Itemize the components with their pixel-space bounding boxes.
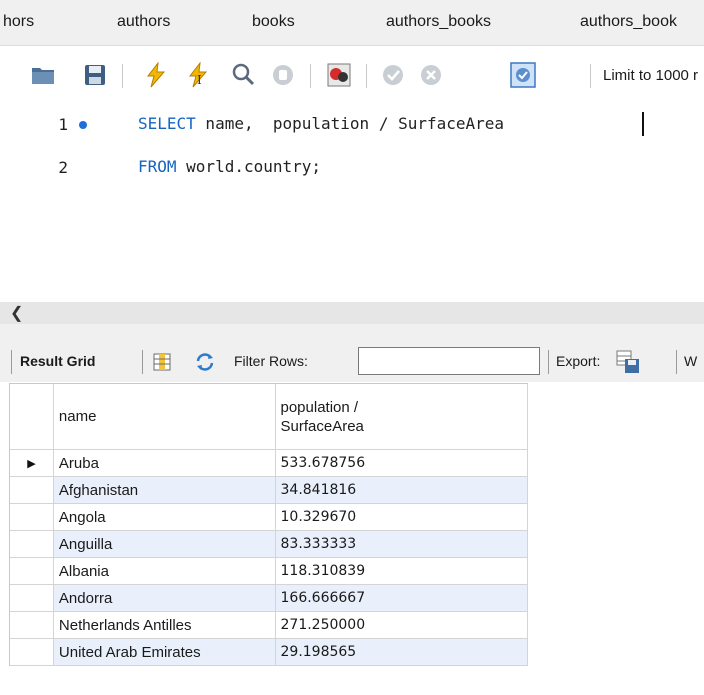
commit-icon[interactable] (380, 62, 406, 88)
sql-keyword: FROM (138, 157, 177, 176)
filter-rows-label: Filter Rows: (234, 353, 308, 369)
row-selector[interactable]: ▶ (10, 450, 54, 477)
toolbar-separator (310, 64, 311, 88)
sql-keyword: SELECT (138, 114, 196, 133)
table-row[interactable]: Angola 10.329670 (10, 504, 529, 531)
row-selector[interactable] (10, 585, 54, 612)
code-line-1: SELECT name, population / SurfaceArea (138, 114, 504, 133)
toolbar-separator (590, 64, 591, 88)
limit-rows-select[interactable]: Limit to 1000 r (603, 67, 698, 84)
tab-hors[interactable]: hors (3, 13, 34, 31)
folder-icon[interactable] (30, 62, 56, 88)
row-selector[interactable] (10, 531, 54, 558)
toolbar-separator (548, 350, 549, 374)
refresh-icon[interactable] (194, 352, 216, 372)
table-row[interactable]: United Arab Emirates 29.198565 (10, 639, 529, 666)
panel-divider (0, 324, 704, 342)
cell-name[interactable]: Albania (53, 558, 276, 585)
cell-name[interactable]: Aruba (53, 450, 276, 477)
toggle-error-icon[interactable] (326, 62, 352, 88)
cell-value[interactable]: 533.678756 (275, 450, 529, 477)
column-header-label: population / SurfaceArea (280, 398, 364, 435)
row-selector[interactable] (10, 558, 54, 585)
cell-name[interactable]: Andorra (53, 585, 276, 612)
row-selector[interactable] (10, 639, 54, 666)
row-header-corner (10, 384, 54, 450)
sql-editor[interactable]: 1 SELECT name, population / SurfaceArea … (0, 100, 704, 300)
cell-name[interactable]: Afghanistan (53, 477, 276, 504)
sql-text: name, population / SurfaceArea (195, 114, 505, 133)
execute-icon[interactable] (143, 62, 169, 88)
result-grid-tab[interactable]: Result Grid (20, 353, 95, 369)
code-line-2: FROM world.country; (138, 157, 321, 176)
tab-authors-books[interactable]: authors_books (386, 13, 491, 31)
svg-text:I: I (197, 73, 202, 87)
current-row-pointer-icon: ▶ (27, 457, 36, 470)
result-toolbar: Result Grid Filter Rows: Export: W (0, 342, 704, 382)
cell-value[interactable]: 10.329670 (275, 504, 529, 531)
line-number: 1 (58, 115, 68, 134)
column-header-population-surfacearea[interactable]: population / SurfaceArea (275, 384, 529, 450)
result-grid: name population / SurfaceArea ▶ Aruba 53… (9, 383, 529, 666)
save-icon[interactable] (82, 62, 108, 88)
toolbar-separator (142, 350, 143, 374)
cell-value[interactable]: 29.198565 (275, 639, 529, 666)
table-row[interactable]: Afghanistan 34.841816 (10, 477, 529, 504)
cell-value[interactable]: 83.333333 (275, 531, 529, 558)
table-row[interactable]: Anguilla 83.333333 (10, 531, 529, 558)
filter-rows-input[interactable] (358, 347, 540, 375)
breakpoint-dot (79, 121, 87, 129)
wrap-label: W (684, 353, 698, 369)
column-header-name[interactable]: name (53, 384, 276, 450)
export-label: Export: (556, 353, 601, 369)
sql-text: world.country; (176, 157, 322, 176)
toolbar-separator (676, 350, 677, 374)
table-row[interactable]: Albania 118.310839 (10, 558, 529, 585)
grid-layout-icon[interactable] (152, 352, 172, 372)
toolbar-separator (122, 64, 123, 88)
chevron-left-icon[interactable]: ❮ (10, 303, 23, 323)
toolbar-separator (11, 350, 12, 374)
cell-value[interactable]: 271.250000 (275, 612, 529, 639)
editor-horizontal-scrollbar[interactable]: ❮ (0, 302, 704, 324)
cell-name[interactable]: Anguilla (53, 531, 276, 558)
execute-current-icon[interactable]: I (185, 62, 211, 88)
table-row[interactable]: ▶ Aruba 533.678756 (10, 450, 529, 477)
tab-books[interactable]: books (252, 13, 295, 31)
toolbar-separator (366, 64, 367, 88)
tab-authors-book[interactable]: authors_book (580, 13, 677, 31)
table-row[interactable]: Andorra 166.666667 (10, 585, 529, 612)
cell-name[interactable]: Angola (53, 504, 276, 531)
table-row[interactable]: Netherlands Antilles 271.250000 (10, 612, 529, 639)
cell-value[interactable]: 166.666667 (275, 585, 529, 612)
grid-header-row: name population / SurfaceArea (10, 384, 529, 450)
explain-icon[interactable] (230, 62, 256, 88)
row-selector[interactable] (10, 504, 54, 531)
cell-name[interactable]: United Arab Emirates (53, 639, 276, 666)
autocommit-icon[interactable] (510, 62, 536, 88)
cell-value[interactable]: 34.841816 (275, 477, 529, 504)
rollback-icon[interactable] (418, 62, 444, 88)
row-selector[interactable] (10, 477, 54, 504)
export-icon[interactable] (616, 350, 640, 374)
query-tab-strip: hors authors books authors_books authors… (0, 0, 704, 46)
row-selector[interactable] (10, 612, 54, 639)
line-number: 2 (58, 158, 68, 177)
stop-icon[interactable] (270, 62, 296, 88)
text-caret (642, 112, 644, 136)
cell-name[interactable]: Netherlands Antilles (53, 612, 276, 639)
cell-value[interactable]: 118.310839 (275, 558, 529, 585)
tab-authors[interactable]: authors (117, 13, 170, 31)
sql-editor-toolbar: I Limit to 1000 r (0, 52, 704, 100)
